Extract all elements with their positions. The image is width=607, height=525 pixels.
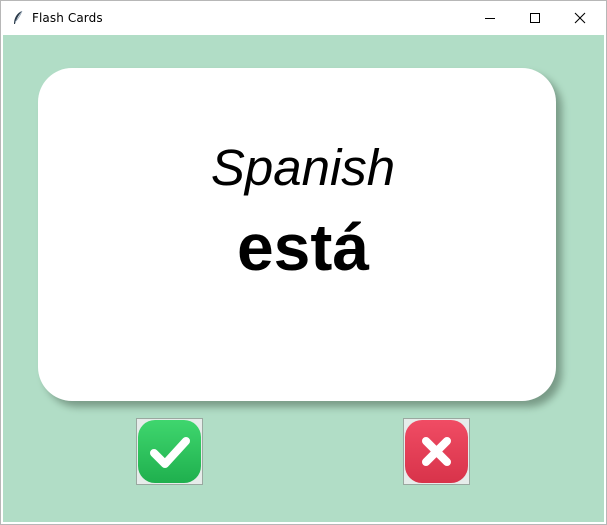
app-window: Flash Cards Spanish está <box>0 0 607 525</box>
window-title: Flash Cards <box>32 11 103 25</box>
minimize-icon <box>485 18 495 19</box>
card-word: está <box>236 210 370 284</box>
feather-icon <box>11 10 25 26</box>
close-icon <box>574 12 586 24</box>
wrong-answer-button[interactable] <box>403 418 470 485</box>
x-mark-icon <box>405 420 468 483</box>
title-bar[interactable]: Flash Cards <box>1 1 606 35</box>
maximize-button[interactable] <box>512 1 558 35</box>
card-language-title: Spanish <box>210 139 396 196</box>
flash-card: Spanish está <box>38 68 562 407</box>
close-button[interactable] <box>557 1 603 35</box>
checkmark-icon <box>138 420 201 483</box>
minimize-button[interactable] <box>467 1 513 35</box>
flash-card-canvas: Spanish está <box>3 35 604 522</box>
maximize-icon <box>530 13 540 23</box>
right-answer-button[interactable] <box>136 418 203 485</box>
